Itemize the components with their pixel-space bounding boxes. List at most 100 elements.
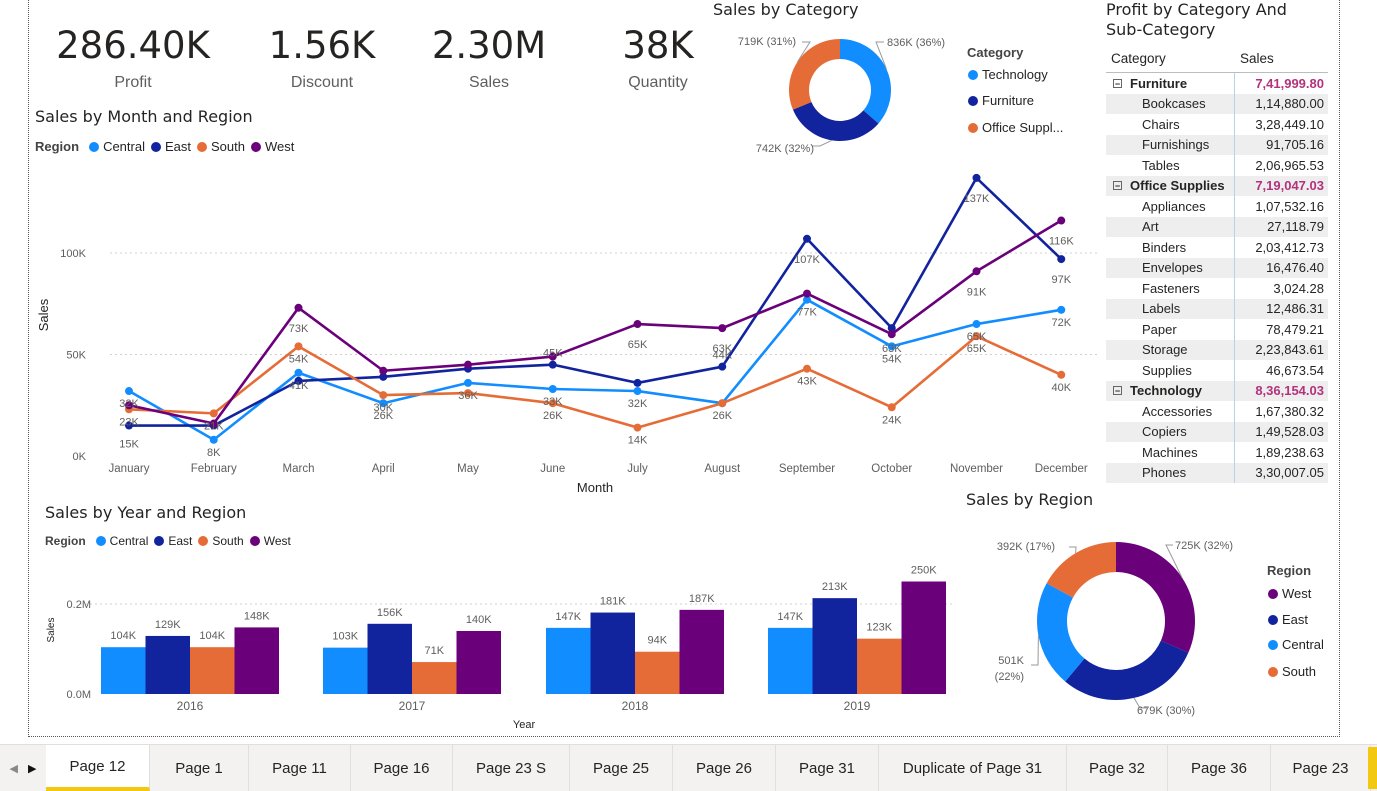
legend-item-furniture[interactable]: Furniture [964, 93, 1034, 108]
tab-page-23-s[interactable]: Page 23 S [453, 745, 570, 791]
profit-matrix[interactable]: Category Sales − Furniture 7,41,999.80 Book… [1106, 44, 1328, 490]
x-tick-label: July [627, 463, 648, 475]
matrix-cell-name: Machines [1106, 445, 1234, 460]
matrix-subcategory-row[interactable]: Phones 3,30,007.05 [1106, 462, 1328, 483]
tab-page-36[interactable]: Page 36 [1168, 745, 1271, 791]
data-point [379, 366, 388, 375]
matrix-subcategory-row[interactable]: Fasteners 3,024.28 [1106, 278, 1328, 299]
series-line-east [129, 176, 1063, 427]
legend-item-south[interactable]: South [1264, 664, 1316, 679]
matrix-subcategory-row[interactable]: Paper 78,479.21 [1106, 319, 1328, 340]
tab-list: Page 12 Page 1 Page 11 Page 16 Page 23 S Page… [46, 745, 1371, 791]
y-tick-label: 0.0M [67, 689, 91, 701]
kpi-quantity[interactable]: 38K Quantity [573, 24, 743, 92]
region-donut-chart[interactable]: 725K (32%) 679K (30%) 501K (22%) 392K (17%) [980, 525, 1280, 725]
tab-page-16[interactable]: Page 16 [351, 745, 453, 791]
matrix-subcategory-row[interactable]: Tables 2,06,965.53 [1106, 155, 1328, 176]
matrix-category-row[interactable]: − Technology 8,36,154.03 [1106, 380, 1328, 401]
data-label: 94K [647, 635, 667, 647]
data-label: 32K [628, 398, 648, 410]
bar-south [412, 662, 457, 694]
tab-scroll-back-icon[interactable]: ◀ [10, 762, 18, 775]
kpi-sales[interactable]: 2.30M Sales [404, 24, 574, 92]
legend-item-east[interactable]: East [1264, 612, 1308, 627]
donut-slice [1037, 583, 1085, 682]
line-chart-legend[interactable]: Region Central East South West [35, 139, 294, 154]
region-donut-title: Sales by Region [966, 490, 1094, 509]
bar-chart[interactable]: 0.0M 0.2M Sales Year 2016 104K 129K 104K 148K 201… [40, 545, 970, 735]
matrix-col-category[interactable]: Category [1106, 51, 1234, 66]
data-label: 725K (32%) [1175, 540, 1233, 552]
legend-item-central[interactable]: Central [1264, 637, 1324, 652]
y-tick-label: 0K [73, 451, 87, 463]
matrix-cell-value: 2,23,843.61 [1234, 339, 1328, 360]
tab-page-11[interactable]: Page 11 [249, 745, 351, 791]
legend-item-west[interactable]: West [1264, 586, 1311, 601]
bar-east [367, 623, 412, 694]
kpi-value: 38K [622, 24, 694, 67]
tab-duplicate-of-page-31[interactable]: Duplicate of Page 31 [879, 745, 1067, 791]
tab-page-23[interactable]: Page 23 [1271, 745, 1371, 791]
legend-item-technology[interactable]: Technology [964, 67, 1048, 82]
matrix-cell-value: 1,49,528.03 [1234, 421, 1328, 442]
bar-west [234, 627, 279, 694]
matrix-cell-name: Storage [1106, 342, 1234, 357]
matrix-subcategory-row[interactable]: Furnishings 91,705.16 [1106, 134, 1328, 155]
tab-scroll-forward-icon[interactable]: ▶ [28, 762, 36, 775]
matrix-cell-name: Envelopes [1106, 260, 1234, 275]
x-tick-label: 2019 [844, 699, 871, 713]
matrix-cell-value: 7,19,047.03 [1234, 175, 1328, 196]
matrix-row-label: Bookcases [1142, 96, 1206, 112]
data-point [548, 360, 557, 369]
matrix-subcategory-row[interactable]: Storage 2,23,843.61 [1106, 339, 1328, 360]
matrix-category-row[interactable]: − Office Supplies 7,19,047.03 [1106, 175, 1328, 196]
matrix-subcategory-row[interactable]: Chairs 3,28,449.10 [1106, 114, 1328, 135]
data-point [972, 173, 981, 182]
matrix-subcategory-row[interactable]: Supplies 46,673.54 [1106, 360, 1328, 381]
matrix-subcategory-row[interactable]: Accessories 1,67,380.32 [1106, 401, 1328, 422]
matrix-subcategory-row[interactable]: Binders 2,03,412.73 [1106, 237, 1328, 258]
matrix-subcategory-row[interactable]: Bookcases 1,14,880.00 [1106, 93, 1328, 114]
y-axis-label: Sales [46, 617, 57, 642]
tab-page-26[interactable]: Page 26 [673, 745, 776, 791]
matrix-subcategory-row[interactable]: Copiers 1,49,528.03 [1106, 421, 1328, 442]
data-point [803, 364, 811, 373]
collapse-icon[interactable]: − [1113, 181, 1122, 191]
category-donut-title: Sales by Category [713, 0, 859, 19]
kpi-discount[interactable]: 1.56K Discount [237, 24, 407, 92]
x-tick-label: May [457, 463, 479, 475]
y-tick-label: 100K [60, 248, 86, 260]
matrix-category-row[interactable]: − Furniture 7,41,999.80 [1106, 73, 1328, 94]
matrix-subcategory-row[interactable]: Labels 12,486.31 [1106, 298, 1328, 319]
matrix-cell-name: Phones [1106, 465, 1234, 480]
collapse-icon[interactable]: − [1113, 386, 1122, 396]
matrix-subcategory-row[interactable]: Machines 1,89,238.63 [1106, 442, 1328, 463]
tab-page-31[interactable]: Page 31 [776, 745, 879, 791]
matrix-cell-value: 78,479.21 [1234, 319, 1328, 340]
kpi-profit[interactable]: 286.40K Profit [48, 24, 218, 92]
category-legend-title: Category [967, 45, 1024, 60]
leader-line [1069, 546, 1077, 554]
legend-dot [250, 141, 261, 152]
matrix-subcategory-row[interactable]: Envelopes 16,476.40 [1106, 257, 1328, 278]
matrix-row-label: Paper [1142, 321, 1177, 337]
line-chart[interactable]: 0K 50K 100K January February March April May Jun… [30, 155, 1110, 500]
matrix-subcategory-row[interactable]: Appliances 1,07,532.16 [1106, 196, 1328, 217]
tab-page-25[interactable]: Page 25 [570, 745, 673, 791]
tab-page-12[interactable]: Page 12 [46, 745, 150, 791]
data-label: 250K [911, 565, 937, 577]
data-point [294, 303, 303, 312]
matrix-col-sales[interactable]: Sales [1234, 51, 1328, 66]
matrix-cell-value: 3,024.28 [1234, 278, 1328, 299]
legend-item-office-supplies[interactable]: Office Suppl... [964, 120, 1063, 135]
matrix-subcategory-row[interactable]: Art 27,118.79 [1106, 216, 1328, 237]
data-label: 501K [998, 655, 1024, 667]
matrix-row-label: Supplies [1142, 362, 1192, 378]
data-label: 147K [555, 611, 581, 623]
data-label: 123K [866, 622, 892, 634]
matrix-cell-value: 1,14,880.00 [1234, 93, 1328, 114]
tab-page-32[interactable]: Page 32 [1067, 745, 1168, 791]
tab-page-1[interactable]: Page 1 [150, 745, 249, 791]
matrix-row-label: Phones [1142, 465, 1187, 481]
collapse-icon[interactable]: − [1113, 78, 1122, 88]
